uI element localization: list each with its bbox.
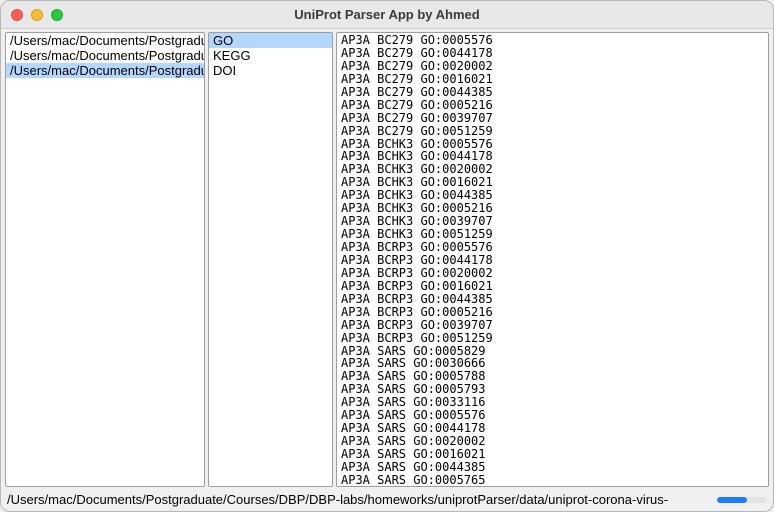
output-line[interactable]: AP3A_SARS GO:0044178 xyxy=(337,421,768,434)
output-line[interactable]: AP3A_BC279 GO:0020002 xyxy=(337,59,768,72)
output-line[interactable]: AP3A_BCRP3 GO:0039707 xyxy=(337,318,768,331)
output-line[interactable]: AP3A_BCHK3 GO:0039707 xyxy=(337,214,768,227)
panes: /Users/mac/Documents/Postgraduate/Users/… xyxy=(5,32,769,487)
zoom-icon[interactable] xyxy=(51,9,63,21)
output-line[interactable]: AP3A_BC279 GO:0005216 xyxy=(337,98,768,111)
output-listbox[interactable]: AP3A_BC279 GO:0005576AP3A_BC279 GO:00441… xyxy=(336,32,769,487)
output-line[interactable]: AP3A_BC279 GO:0051259 xyxy=(337,124,768,137)
output-line[interactable]: AP3A_SARS GO:0005788 xyxy=(337,369,768,382)
output-line[interactable]: AP3A_SARS GO:0005765 xyxy=(337,473,768,486)
app-window: UniProt Parser App by Ahmed /Users/mac/D… xyxy=(0,0,774,512)
filter-listbox[interactable]: GOKEGGDOI xyxy=(208,32,333,487)
statusbar: /Users/mac/Documents/Postgraduate/Course… xyxy=(5,490,769,507)
titlebar: UniProt Parser App by Ahmed xyxy=(1,1,773,29)
file-list-item[interactable]: /Users/mac/Documents/Postgraduate xyxy=(6,48,204,63)
output-line[interactable]: AP3A_BCHK3 GO:0051259 xyxy=(337,227,768,240)
progress-fill xyxy=(717,497,747,503)
file-list-item[interactable]: /Users/mac/Documents/Postgraduate xyxy=(6,63,204,78)
output-line[interactable]: AP3A_SARS GO:0016021 xyxy=(337,447,768,460)
file-listbox[interactable]: /Users/mac/Documents/Postgraduate/Users/… xyxy=(5,32,205,487)
output-line[interactable]: AP3A_BCRP3 GO:0044385 xyxy=(337,292,768,305)
output-line[interactable]: AP3A_BC279 GO:0016021 xyxy=(337,72,768,85)
output-line[interactable]: AP3A_SARS GO:0044385 xyxy=(337,460,768,473)
output-line[interactable]: AP3A_SARS GO:0033116 xyxy=(337,395,768,408)
output-line[interactable]: AP3A_BCRP3 GO:0044178 xyxy=(337,253,768,266)
output-line[interactable]: AP3A_BCHK3 GO:0044178 xyxy=(337,149,768,162)
traffic-lights xyxy=(11,9,63,21)
output-line[interactable]: AP3A_BC279 GO:0044385 xyxy=(337,85,768,98)
output-line[interactable]: AP3A_BCRP3 GO:0005576 xyxy=(337,240,768,253)
output-line[interactable]: AP3A_BC279 GO:0039707 xyxy=(337,111,768,124)
output-line[interactable]: AP3A_SARS GO:0005829 xyxy=(337,344,768,357)
file-list-item[interactable]: /Users/mac/Documents/Postgraduate xyxy=(6,33,204,48)
status-text: /Users/mac/Documents/Postgraduate/Course… xyxy=(7,492,711,507)
output-line[interactable]: AP3A_SARS GO:0030666 xyxy=(337,356,768,369)
output-line[interactable]: AP3A_BCHK3 GO:0020002 xyxy=(337,162,768,175)
output-line[interactable]: AP3A_BCRP3 GO:0051259 xyxy=(337,331,768,344)
output-line[interactable]: AP3A_BCHK3 GO:0016021 xyxy=(337,175,768,188)
window-title: UniProt Parser App by Ahmed xyxy=(1,7,773,22)
output-line[interactable]: AP3A_BCRP3 GO:0020002 xyxy=(337,266,768,279)
output-line[interactable]: AP3A_BC279 GO:0044178 xyxy=(337,46,768,59)
output-line[interactable]: AP3A_BCRP3 GO:0005216 xyxy=(337,305,768,318)
output-line[interactable]: AP3A_BCHK3 GO:0044385 xyxy=(337,188,768,201)
output-line[interactable]: AP3A_BC279 GO:0005576 xyxy=(337,33,768,46)
output-line[interactable]: AP3A_SARS GO:0020002 xyxy=(337,434,768,447)
filter-list-item[interactable]: KEGG xyxy=(209,48,332,63)
filter-list-item[interactable]: DOI xyxy=(209,63,332,78)
output-line[interactable]: AP3A_BCRP3 GO:0016021 xyxy=(337,279,768,292)
filter-list-item[interactable]: GO xyxy=(209,33,332,48)
close-icon[interactable] xyxy=(11,9,23,21)
progress-bar xyxy=(717,497,767,503)
minimize-icon[interactable] xyxy=(31,9,43,21)
output-line[interactable]: AP3A_SARS GO:0005793 xyxy=(337,382,768,395)
output-line[interactable]: AP3A_BCHK3 GO:0005576 xyxy=(337,137,768,150)
window-body: /Users/mac/Documents/Postgraduate/Users/… xyxy=(1,29,773,511)
output-line[interactable]: AP3A_BCHK3 GO:0005216 xyxy=(337,201,768,214)
output-line[interactable]: AP3A_SARS GO:0005576 xyxy=(337,408,768,421)
